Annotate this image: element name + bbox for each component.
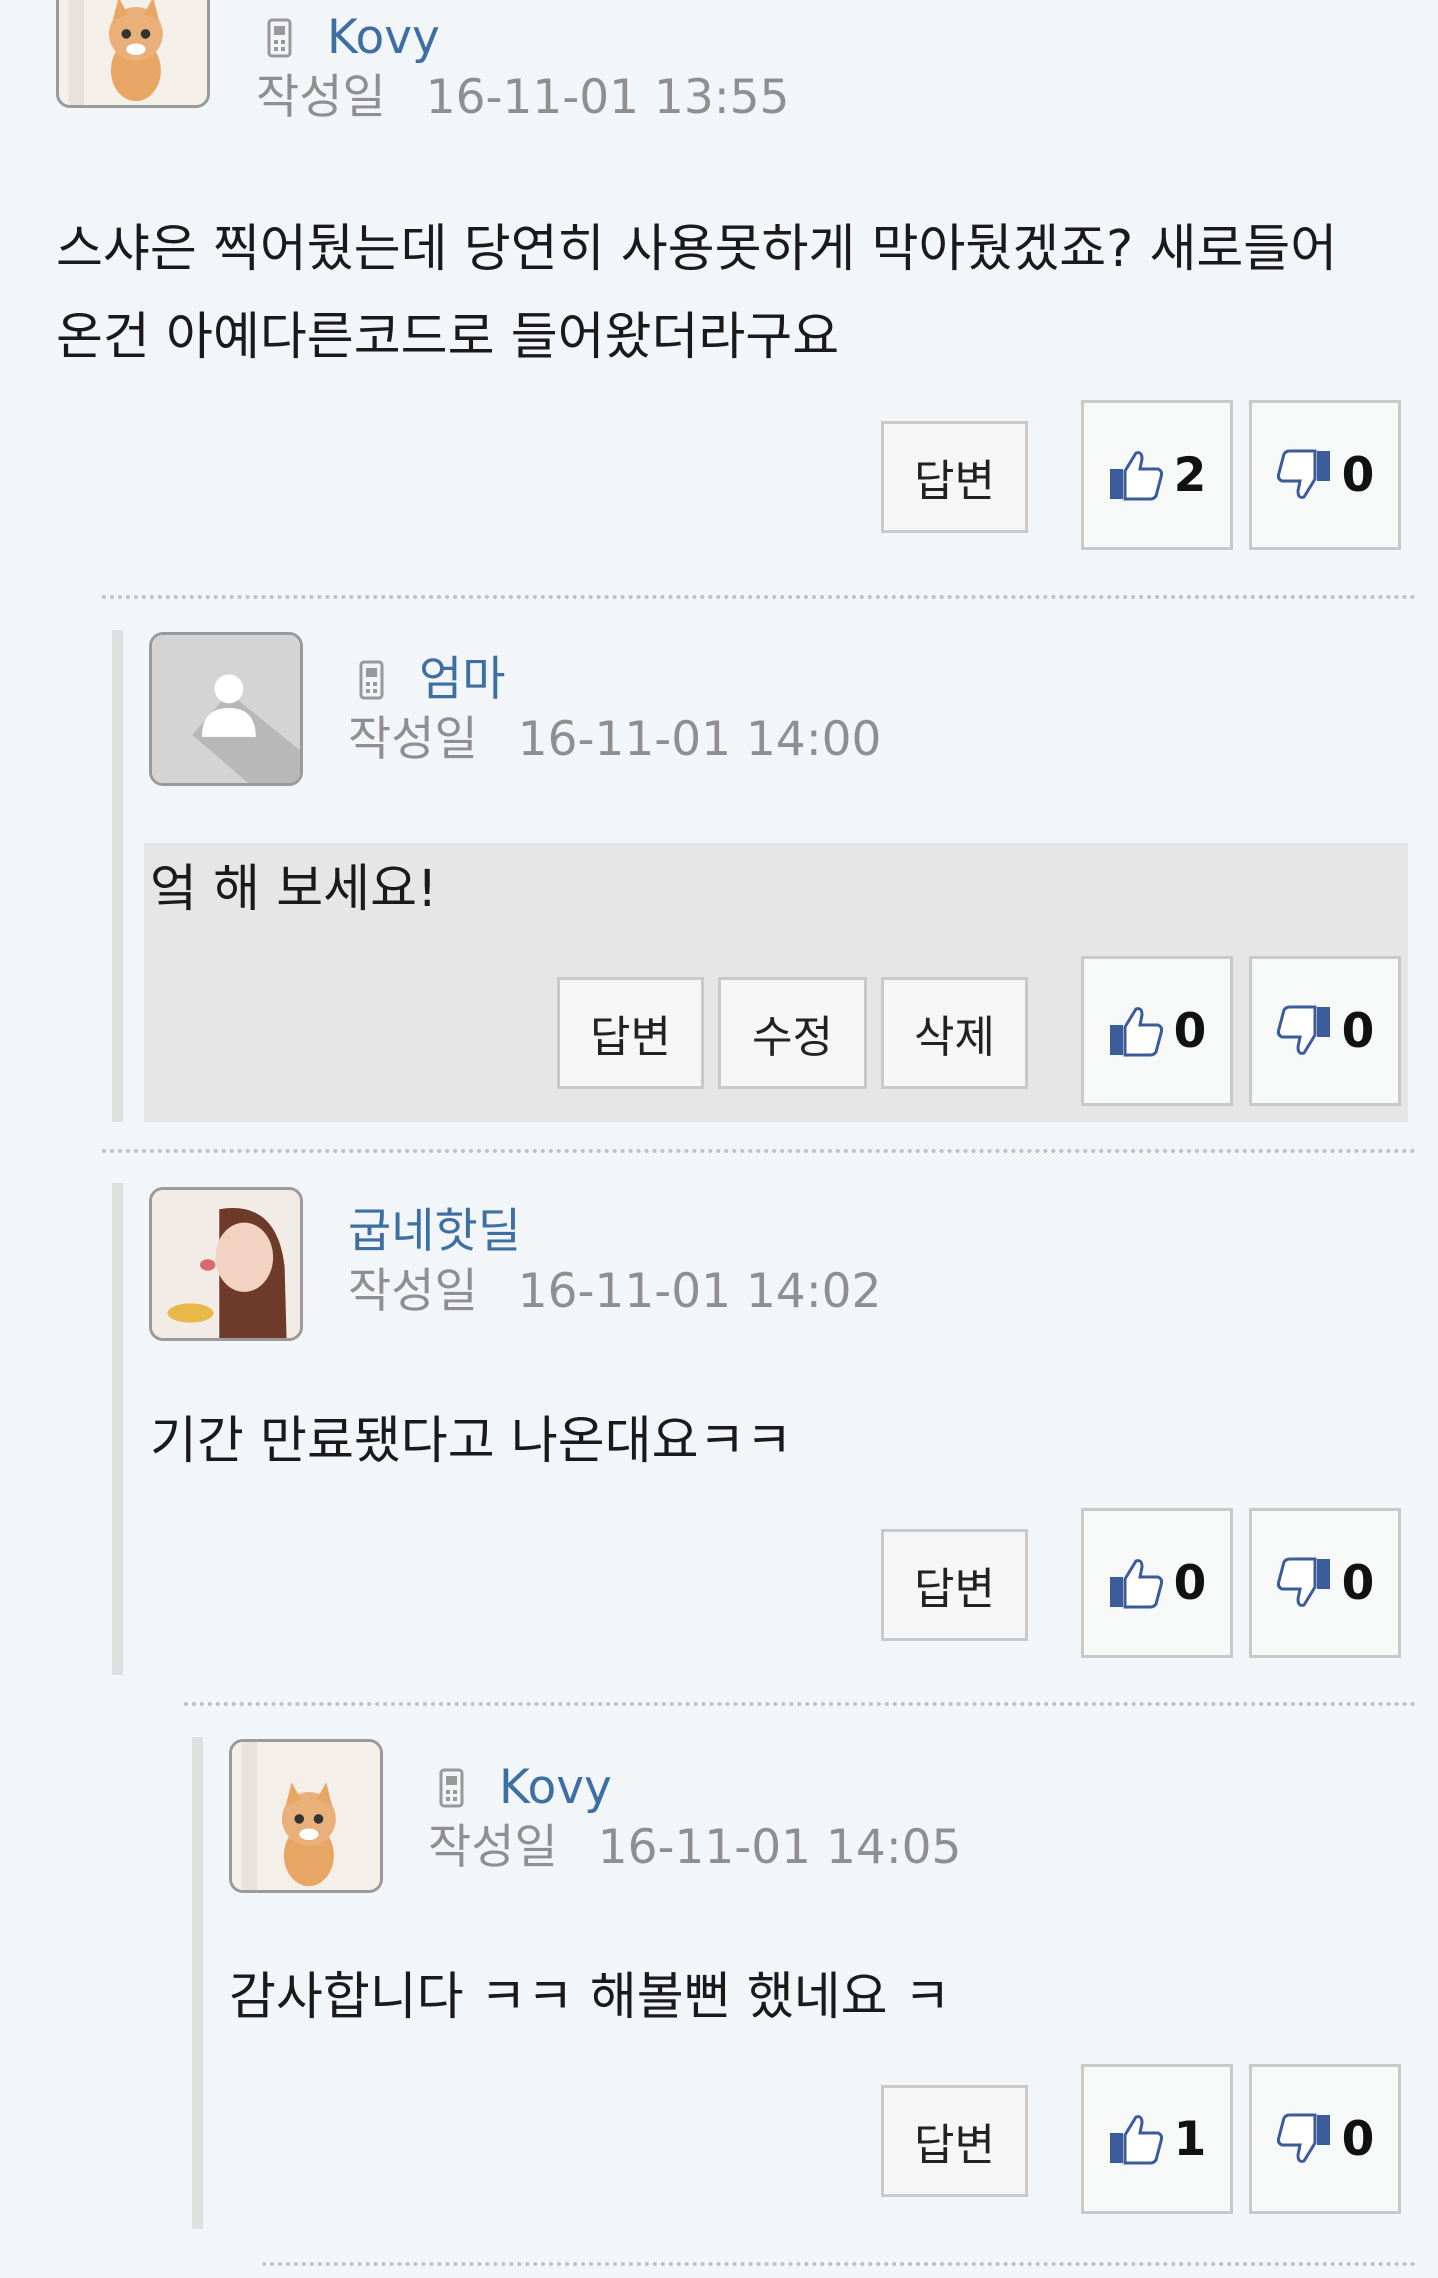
reply-button[interactable]: 답변 — [881, 2085, 1028, 2197]
like-button[interactable]: 0 — [1081, 1508, 1233, 1658]
phone-icon — [267, 18, 292, 57]
like-button[interactable]: 1 — [1081, 2064, 1233, 2214]
comment-body: 엌 해 보세요! — [150, 846, 1400, 934]
timestamp: 16-11-01 14:00 — [517, 712, 882, 767]
comment-body: 스샤은 찍어뒀는데 당연히 사용못하게 막아뒀겠죠? 새로들어 온건 아예다른코… — [56, 206, 1416, 382]
author-name[interactable]: Kovy — [438, 1764, 612, 1811]
author-name[interactable]: 엄마 — [358, 656, 505, 703]
dislike-count: 0 — [1341, 447, 1375, 503]
timestamp: 16-11-01 13:55 — [425, 70, 790, 125]
comment-body: 기간 만료됐다고 나온대요ㅋㅋ — [150, 1398, 1400, 1486]
divider — [102, 1149, 1416, 1153]
phone-icon — [359, 660, 384, 699]
thumbs-down-icon — [1276, 1005, 1330, 1055]
date-label: 작성일 — [256, 70, 386, 125]
dislike-button[interactable]: 0 — [1249, 956, 1401, 1106]
like-count: 0 — [1173, 1003, 1207, 1059]
thumbs-up-icon — [1109, 1007, 1163, 1057]
reply-indent-bar — [112, 630, 123, 1122]
author-name[interactable]: Kovy — [266, 14, 440, 61]
comment-meta: 작성일 16-11-01 14:05 — [428, 1824, 961, 1871]
author-label[interactable]: Kovy — [327, 14, 440, 61]
divider — [102, 595, 1416, 599]
dislike-button[interactable]: 0 — [1249, 2064, 1401, 2214]
timestamp: 16-11-01 14:05 — [597, 1820, 962, 1875]
author-name[interactable]: 굽네핫딜 — [348, 1208, 521, 1255]
author-label[interactable]: 엄마 — [419, 656, 505, 703]
dislike-button[interactable]: 0 — [1249, 1508, 1401, 1658]
avatar — [149, 1187, 303, 1341]
reply-button[interactable]: 답변 — [881, 421, 1028, 533]
author-label[interactable]: Kovy — [499, 1764, 612, 1811]
like-button[interactable]: 2 — [1081, 400, 1233, 550]
divider — [184, 1702, 1416, 1706]
reply-button[interactable]: 답변 — [557, 977, 704, 1089]
comment-line: 엌 해 보세요! — [150, 860, 438, 919]
avatar — [56, 0, 210, 108]
comment-meta: 작성일 16-11-01 14:00 — [348, 716, 881, 763]
thumbs-down-icon — [1276, 2113, 1330, 2163]
avatar — [229, 1739, 383, 1893]
comment-body: 감사합니다 ㅋㅋ 해볼뻔 했네요 ㅋ — [229, 1954, 1409, 2042]
reply-indent-bar — [112, 1183, 123, 1675]
like-count: 1 — [1173, 2111, 1207, 2167]
dislike-count: 0 — [1341, 1003, 1375, 1059]
edit-button[interactable]: 수정 — [718, 977, 867, 1089]
comment-line: 기간 만료됐다고 나온대요ㅋㅋ — [150, 1412, 793, 1471]
date-label: 작성일 — [428, 1820, 558, 1875]
phone-icon — [439, 1768, 464, 1807]
comment-line: 스샤은 찍어뒀는데 당연히 사용못하게 막아뒀겠죠? 새로들어 — [56, 220, 1338, 279]
like-button[interactable]: 0 — [1081, 956, 1233, 1106]
comment-meta: 작성일 16-11-01 14:02 — [348, 1268, 881, 1315]
like-count: 2 — [1173, 447, 1207, 503]
thumbs-down-icon — [1276, 449, 1330, 499]
divider — [262, 2262, 1416, 2266]
date-label: 작성일 — [348, 1264, 478, 1319]
thumbs-up-icon — [1109, 451, 1163, 501]
dislike-count: 0 — [1341, 1555, 1375, 1611]
comment-meta: 작성일 16-11-01 13:55 — [256, 74, 789, 121]
like-count: 0 — [1173, 1555, 1207, 1611]
timestamp: 16-11-01 14:02 — [517, 1264, 882, 1319]
thumbs-up-icon — [1109, 2115, 1163, 2165]
author-label[interactable]: 굽네핫딜 — [348, 1208, 521, 1255]
comment-line: 감사합니다 ㅋㅋ 해볼뻔 했네요 ㅋ — [229, 1968, 951, 2027]
reply-button[interactable]: 답변 — [881, 1529, 1028, 1641]
thumbs-up-icon — [1109, 1559, 1163, 1609]
comment-line: 온건 아예다른코드로 들어왔더라구요 — [56, 308, 840, 367]
date-label: 작성일 — [348, 712, 478, 767]
dislike-button[interactable]: 0 — [1249, 400, 1401, 550]
delete-button[interactable]: 삭제 — [881, 977, 1028, 1089]
reply-indent-bar — [192, 1737, 203, 2229]
avatar — [149, 632, 303, 786]
thumbs-down-icon — [1276, 1557, 1330, 1607]
dislike-count: 0 — [1341, 2111, 1375, 2167]
